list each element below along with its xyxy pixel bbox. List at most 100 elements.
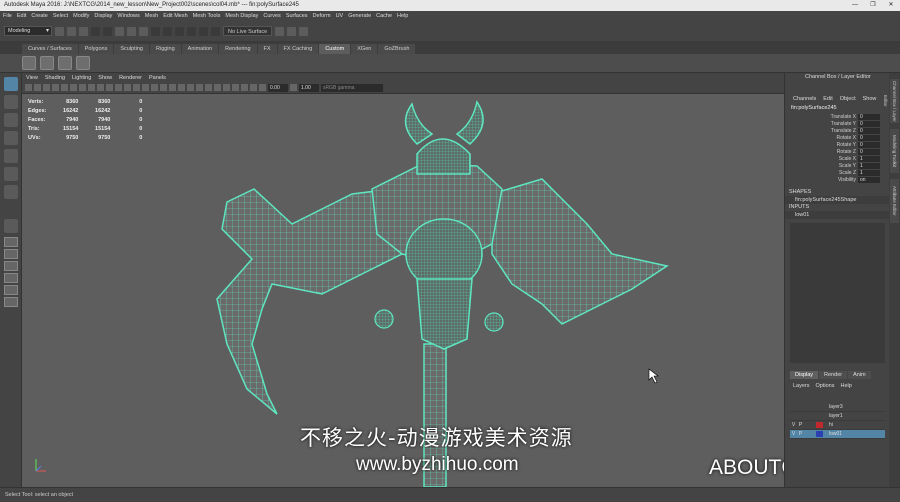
image-plane-icon[interactable] (52, 84, 59, 91)
attr-scale-z[interactable]: Scale Z1 (785, 169, 889, 176)
pick-mask-icon[interactable] (151, 26, 160, 36)
exposure-field[interactable]: 0.00 (268, 83, 288, 92)
layer-tab-render[interactable]: Render (819, 371, 848, 379)
cb-menu-channels[interactable]: Channels (793, 94, 816, 104)
render-icon[interactable] (275, 26, 285, 36)
field-chart-icon[interactable] (97, 84, 104, 91)
textured-icon[interactable] (160, 84, 167, 91)
menu-cache[interactable]: Cache (376, 13, 392, 19)
shelf-tab-xgen[interactable]: XGen (351, 44, 378, 54)
menu-surfaces[interactable]: Surfaces (286, 13, 308, 19)
camera-attributes-icon[interactable] (34, 84, 41, 91)
close-button[interactable]: ✕ (886, 0, 896, 11)
attr-scale-x[interactable]: Scale X1 (785, 155, 889, 162)
layer-color-swatch[interactable] (816, 422, 823, 428)
film-gate-icon[interactable] (70, 84, 77, 91)
layer-tab-anim[interactable]: Anim (848, 371, 871, 379)
menu-create[interactable]: Create (31, 13, 48, 19)
wireframe-icon[interactable] (124, 84, 131, 91)
layer-color-swatch[interactable] (816, 413, 823, 419)
lasso-tool-icon[interactable] (4, 95, 18, 109)
snap-point-icon[interactable] (187, 26, 196, 36)
shadows-icon[interactable] (178, 84, 185, 91)
layer-row-hi[interactable]: V P hi (790, 421, 885, 430)
wireframe-on-shaded-icon[interactable] (151, 84, 158, 91)
shelf-tab-rigging[interactable]: Rigging (150, 44, 181, 54)
layer-playback-toggle[interactable]: P (797, 431, 804, 437)
attr-translate-z[interactable]: Translate Z0 (785, 127, 889, 134)
snap-view-plane-icon[interactable] (199, 26, 208, 36)
menu-help[interactable]: Help (397, 13, 408, 19)
select-component-icon[interactable] (139, 26, 148, 36)
input-node[interactable]: low01 (785, 211, 889, 219)
shelf-tool-3-icon[interactable] (58, 56, 72, 70)
select-object-icon[interactable] (127, 26, 136, 36)
camera-icon[interactable] (25, 84, 32, 91)
menu-windows[interactable]: Windows (117, 13, 139, 19)
hypershade-layout-icon[interactable] (4, 273, 18, 283)
move-tool-icon[interactable] (4, 131, 18, 145)
smooth-shade-icon[interactable] (133, 84, 140, 91)
attr-visibility[interactable]: Visibility on (785, 176, 889, 183)
attr-translate-x[interactable]: Translate X0 (785, 113, 889, 120)
viewport-menu-shading[interactable]: Shading (45, 75, 65, 81)
attr-scale-y[interactable]: Scale Y1 (785, 162, 889, 169)
menu-mesh-tools[interactable]: Mesh Tools (193, 13, 221, 19)
viewport-menu-show[interactable]: Show (98, 75, 112, 81)
paint-select-tool-icon[interactable] (4, 113, 18, 127)
shelf-tab-curves-surfaces[interactable]: Curves / Surfaces (22, 44, 78, 54)
four-view-layout-icon[interactable] (4, 237, 18, 247)
script-layout-icon[interactable] (4, 297, 18, 307)
single-perspective-layout-icon[interactable] (4, 219, 18, 233)
viewport-menu-lighting[interactable]: Lighting (72, 75, 91, 81)
outliner-layout-icon[interactable] (4, 249, 18, 259)
use-all-lights-icon[interactable] (169, 84, 176, 91)
scale-tool-icon[interactable] (4, 167, 18, 181)
menu-mesh-display[interactable]: Mesh Display (225, 13, 258, 19)
save-scene-icon[interactable] (79, 26, 88, 36)
redo-icon[interactable] (103, 26, 112, 36)
attr-rotate-z[interactable]: Rotate Z0 (785, 148, 889, 155)
default-material-icon[interactable] (142, 84, 149, 91)
last-tool-icon[interactable] (4, 185, 18, 199)
cb-menu-edit[interactable]: Edit (823, 94, 832, 104)
attr-translate-y[interactable]: Translate Y0 (785, 120, 889, 127)
cb-menu-object[interactable]: Object (840, 94, 856, 104)
shelf-tab-fx[interactable]: FX (257, 44, 277, 54)
shelf-tab-gozbrush[interactable]: GoZBrush (378, 44, 416, 54)
rotate-tool-icon[interactable] (4, 149, 18, 163)
safe-title-icon[interactable] (115, 84, 122, 91)
viewport-menu-renderer[interactable]: Renderer (119, 75, 142, 81)
render-settings-icon[interactable] (299, 26, 309, 36)
menu-uv[interactable]: UV (336, 13, 344, 19)
gate-mask-icon[interactable] (88, 84, 95, 91)
minimize-button[interactable]: — (850, 0, 860, 11)
layer-menu-layers[interactable]: Layers (793, 383, 810, 389)
menu-edit-mesh[interactable]: Edit Mesh (163, 13, 187, 19)
make-live-icon[interactable] (211, 26, 220, 36)
layer-visibility-toggle[interactable]: V (790, 431, 797, 437)
bookmark-icon[interactable] (43, 84, 50, 91)
viewport-menu-panels[interactable]: Panels (149, 75, 166, 81)
shelf-tab-rendering[interactable]: Rendering (219, 44, 257, 54)
layer-menu-options[interactable]: Options (816, 383, 835, 389)
shape-node[interactable]: fin:polySurface245Shape (785, 196, 889, 204)
menu-curves[interactable]: Curves (263, 13, 280, 19)
shelf-tab-custom[interactable]: Custom (319, 44, 351, 54)
menu-display[interactable]: Display (94, 13, 112, 19)
side-tab-modeling-toolkit[interactable]: Modeling Toolkit (890, 129, 899, 173)
xray-icon[interactable] (232, 84, 239, 91)
shelf-tool-1-icon[interactable] (22, 56, 36, 70)
attr-rotate-x[interactable]: Rotate X0 (785, 134, 889, 141)
gamma-field[interactable]: 1.00 (299, 83, 319, 92)
snap-curve-icon[interactable] (175, 26, 184, 36)
isolate-select-icon[interactable] (223, 84, 230, 91)
select-hierarchy-icon[interactable] (115, 26, 124, 36)
ipr-render-icon[interactable] (287, 26, 297, 36)
side-tab-channel-box[interactable]: Channel Box / Layer Editor (883, 79, 899, 123)
open-scene-icon[interactable] (67, 26, 76, 36)
xray-joints-icon[interactable] (241, 84, 248, 91)
depth-of-field-icon[interactable] (214, 84, 221, 91)
menu-generate[interactable]: Generate (348, 13, 371, 19)
menu-modify[interactable]: Modify (73, 13, 89, 19)
